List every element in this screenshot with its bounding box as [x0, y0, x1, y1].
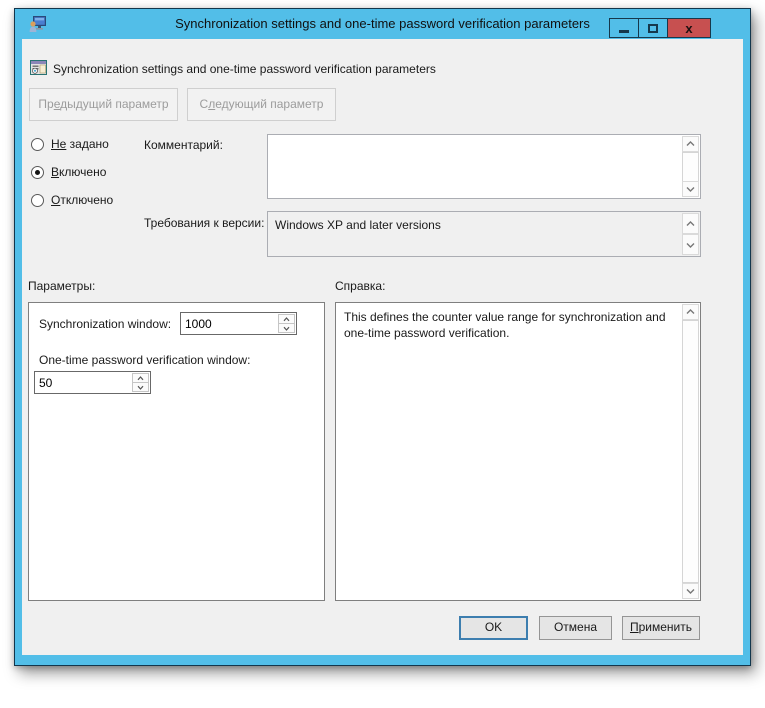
dialog-window: Synchronization settings and one-time pa…	[14, 8, 751, 666]
otp-window-label: One-time password verification window:	[39, 353, 250, 367]
radio-enabled[interactable]: Включено	[31, 165, 106, 179]
cancel-button[interactable]: Отмена	[539, 616, 612, 640]
help-panel: This defines the counter value range for…	[335, 302, 701, 601]
scroll-up-icon[interactable]	[682, 213, 699, 234]
options-panel: Synchronization window: One-time passwor…	[28, 302, 325, 601]
radio-label: Отключено	[51, 193, 113, 207]
supported-on-box: Windows XP and later versions	[267, 211, 701, 257]
radio-label: Включено	[51, 165, 106, 179]
sync-window-input[interactable]	[181, 313, 277, 334]
sync-window-label: Synchronization window:	[39, 317, 171, 331]
comment-textbox	[267, 134, 701, 199]
scroll-up-icon[interactable]	[682, 136, 699, 152]
radio-not-configured[interactable]: Не задано	[31, 137, 109, 151]
spin-buttons	[131, 372, 150, 393]
help-text: This defines the counter value range for…	[344, 309, 676, 341]
radio-disabled[interactable]: Отключено	[31, 193, 113, 207]
comment-label: Комментарий:	[144, 138, 223, 152]
spin-down-icon[interactable]	[278, 323, 295, 333]
otp-window-spinner	[34, 371, 151, 394]
scroll-down-icon[interactable]	[682, 181, 699, 197]
scroll-thumb[interactable]	[682, 152, 699, 183]
spin-buttons	[277, 313, 296, 334]
radio-icon	[31, 166, 44, 179]
minimize-icon	[619, 30, 629, 33]
radio-label: Не задано	[51, 137, 109, 151]
maximize-button[interactable]	[638, 18, 668, 38]
ok-button[interactable]: OK	[459, 616, 528, 640]
minimize-button[interactable]	[609, 18, 639, 38]
supported-on-scrollbar[interactable]	[682, 213, 699, 255]
radio-icon	[31, 194, 44, 207]
otp-window-input[interactable]	[35, 372, 131, 393]
options-label: Параметры:	[28, 279, 95, 293]
comment-scrollbar[interactable]	[682, 136, 699, 197]
help-label: Справка:	[335, 279, 385, 293]
close-icon: x	[685, 22, 692, 35]
setting-title: Synchronization settings and one-time pa…	[53, 62, 436, 76]
help-scrollbar[interactable]	[682, 304, 699, 599]
radio-icon	[31, 138, 44, 151]
supported-on-label: Требования к версии:	[144, 216, 264, 230]
next-setting-button[interactable]: Следующий параметр	[187, 88, 336, 121]
close-button[interactable]: x	[667, 18, 711, 38]
scroll-thumb[interactable]	[682, 320, 699, 583]
window-controls: x	[610, 18, 711, 38]
sync-window-spinner	[180, 312, 297, 335]
scroll-down-icon[interactable]	[682, 583, 699, 599]
previous-setting-button[interactable]: Предыдущий параметр	[29, 88, 178, 121]
supported-on-value: Windows XP and later versions	[275, 217, 676, 233]
apply-button[interactable]: Применить	[622, 616, 700, 640]
scroll-up-icon[interactable]	[682, 304, 699, 320]
title-bar[interactable]: Synchronization settings and one-time pa…	[15, 9, 750, 39]
comment-input[interactable]	[268, 135, 682, 198]
policy-setting-icon	[30, 60, 47, 76]
spin-down-icon[interactable]	[132, 382, 149, 392]
maximize-icon	[648, 24, 658, 33]
scroll-down-icon[interactable]	[682, 234, 699, 255]
dialog-content: Synchronization settings and one-time pa…	[22, 39, 743, 655]
